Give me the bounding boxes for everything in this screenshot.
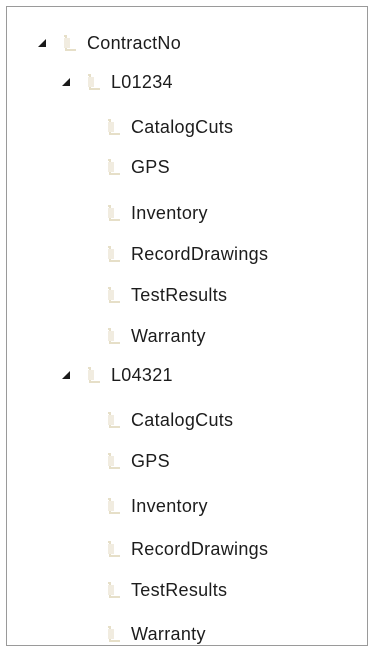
tree-node-label: RecordDrawings xyxy=(131,243,269,264)
folder-icon xyxy=(105,452,121,470)
tree-node-gps[interactable]: GPS xyxy=(105,152,170,182)
expanded-triangle-icon[interactable] xyxy=(59,368,73,382)
tree-node-label: L01234 xyxy=(111,71,173,92)
folder-icon xyxy=(105,327,121,345)
tree-node-label: TestResults xyxy=(131,284,228,305)
tree-node-label: Warranty xyxy=(131,325,206,346)
folder-icon xyxy=(85,366,101,384)
folder-icon xyxy=(105,411,121,429)
expanded-triangle-icon[interactable] xyxy=(35,36,49,50)
folder-icon xyxy=(105,540,121,558)
tree-node-label: CatalogCuts xyxy=(131,409,234,430)
tree-node-testresults[interactable]: TestResults xyxy=(105,280,227,310)
tree-node-label: Inventory xyxy=(131,202,208,223)
tree-node-recorddrawings[interactable]: RecordDrawings xyxy=(105,239,268,269)
tree-node-label: Warranty xyxy=(131,623,206,644)
folder-icon xyxy=(85,73,101,91)
tree-node-gps[interactable]: GPS xyxy=(105,446,170,476)
tree-node-testresults[interactable]: TestResults xyxy=(105,575,227,605)
folder-icon xyxy=(105,158,121,176)
expanded-triangle-icon[interactable] xyxy=(59,75,73,89)
folder-icon xyxy=(105,245,121,263)
tree-node-label: ContractNo xyxy=(87,32,182,53)
tree-node-warranty[interactable]: Warranty xyxy=(105,321,206,351)
tree-node-label: CatalogCuts xyxy=(131,116,234,137)
tree-node-label: RecordDrawings xyxy=(131,538,269,559)
folder-tree: ContractNo L01234 CatalogCuts GPS Invent… xyxy=(7,7,367,645)
tree-node-l01234[interactable]: L01234 xyxy=(59,67,173,97)
folder-icon xyxy=(105,118,121,136)
folder-icon xyxy=(105,625,121,643)
tree-node-catalogcuts[interactable]: CatalogCuts xyxy=(105,112,233,142)
tree-node-catalogcuts[interactable]: CatalogCuts xyxy=(105,405,233,435)
tree-node-label: GPS xyxy=(131,450,170,471)
folder-icon xyxy=(105,581,121,599)
tree-node-warranty[interactable]: Warranty xyxy=(105,619,206,645)
folder-tree-panel: ContractNo L01234 CatalogCuts GPS Invent… xyxy=(6,6,368,646)
tree-node-root[interactable]: ContractNo xyxy=(35,28,181,58)
tree-node-l04321[interactable]: L04321 xyxy=(59,360,173,390)
folder-icon xyxy=(105,286,121,304)
tree-node-label: Inventory xyxy=(131,495,208,516)
tree-node-label: GPS xyxy=(131,156,170,177)
folder-icon xyxy=(61,34,77,52)
tree-node-recorddrawings[interactable]: RecordDrawings xyxy=(105,534,268,564)
tree-node-label: TestResults xyxy=(131,579,228,600)
folder-icon xyxy=(105,204,121,222)
tree-node-inventory[interactable]: Inventory xyxy=(105,198,208,228)
folder-icon xyxy=(105,497,121,515)
tree-node-inventory[interactable]: Inventory xyxy=(105,491,208,521)
tree-node-label: L04321 xyxy=(111,364,173,385)
